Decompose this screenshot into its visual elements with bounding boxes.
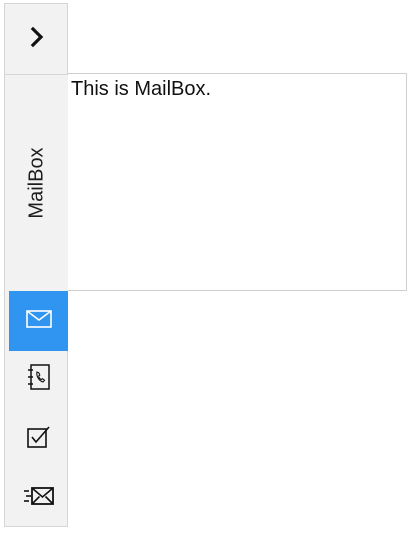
navigation-pane: MailBox [4, 3, 69, 528]
nav-item-tasks[interactable] [9, 409, 68, 469]
chevron-right-icon [28, 26, 46, 53]
nav-item-contacts[interactable] [9, 349, 68, 409]
nav-item-send[interactable] [9, 468, 68, 528]
pane-toggle-button[interactable] [5, 4, 69, 74]
content-text: This is MailBox. [71, 78, 212, 100]
nav-item-mailbox[interactable] [9, 291, 68, 351]
send-mail-icon [23, 485, 55, 512]
pane-title: MailBox [25, 147, 48, 219]
content-pane: This is MailBox. [68, 73, 407, 291]
mail-icon [25, 308, 53, 335]
checkbox-icon [25, 424, 53, 455]
pane-header: MailBox [5, 74, 69, 291]
contact-book-icon [26, 362, 52, 397]
